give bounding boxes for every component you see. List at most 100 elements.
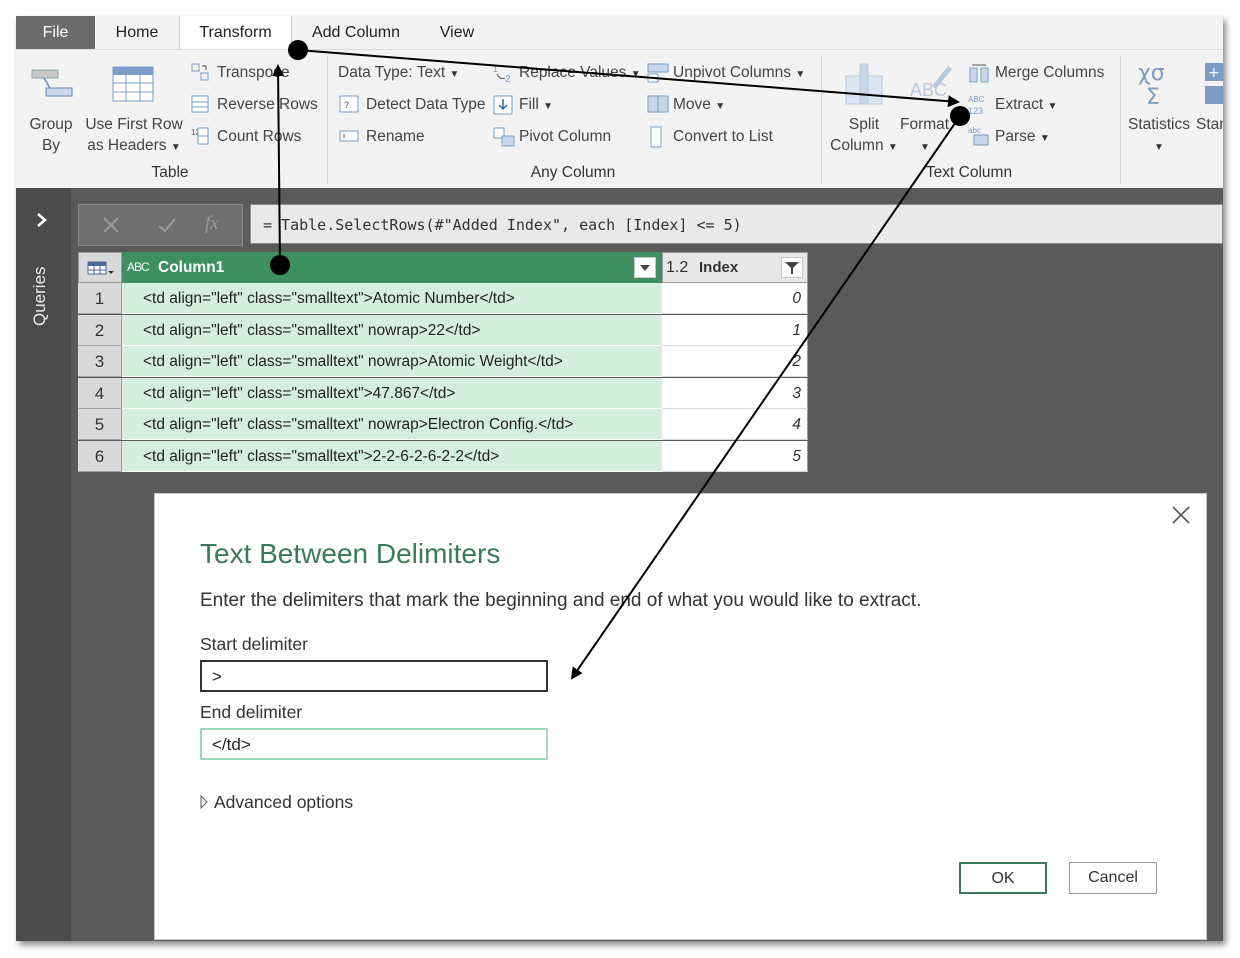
move-icon xyxy=(647,95,669,113)
parse-icon: abc xyxy=(968,126,989,146)
cancel-formula-icon[interactable] xyxy=(101,215,121,235)
table-headers-icon xyxy=(112,66,154,102)
tab-add-column[interactable]: Add Column xyxy=(296,16,416,49)
svg-text:?: ? xyxy=(344,100,349,110)
extract-label: Extract xyxy=(995,96,1044,113)
row-number[interactable]: 3 xyxy=(78,346,122,377)
tab-home[interactable]: Home xyxy=(95,16,179,49)
tab-view[interactable]: View xyxy=(422,16,492,49)
dialog-title: Text Between Delimiters xyxy=(200,538,501,569)
index-cell[interactable]: 5 xyxy=(662,440,808,472)
svg-text:Σ: Σ xyxy=(1146,85,1160,106)
table-row[interactable]: 3 <td align="left" class="smalltext" nowr… xyxy=(78,346,808,377)
column1-cell[interactable]: <td align="left" class="smalltext">47.86… xyxy=(122,377,662,409)
power-query-window: File Home Transform Add Column View Grou… xyxy=(16,16,1223,941)
row-number[interactable]: 5 xyxy=(78,409,122,440)
filter-applied-icon[interactable] xyxy=(781,257,803,278)
statistics-label: Statistics xyxy=(1127,116,1190,133)
standard-icon: + xyxy=(1205,63,1223,104)
svg-text:abc: abc xyxy=(968,126,981,135)
table-row[interactable]: 4 <td align="left" class="smalltext">47.8… xyxy=(78,377,808,409)
column1-cell[interactable]: <td align="left" class="smalltext">Atomi… xyxy=(122,283,662,314)
index-cell[interactable]: 2 xyxy=(662,346,808,377)
confirm-formula-icon[interactable] xyxy=(157,215,177,235)
index-cell[interactable]: 4 xyxy=(662,409,808,440)
replace-values-icon: 1 2 xyxy=(493,64,511,84)
rename-icon xyxy=(339,130,359,142)
svg-text:1: 1 xyxy=(493,64,498,74)
row-number[interactable]: 2 xyxy=(78,314,122,346)
start-delimiter-input[interactable]: > xyxy=(200,660,548,692)
index-header-label: Index xyxy=(699,259,739,276)
fx-icon[interactable]: fx xyxy=(205,213,219,235)
statistics-icon: χσ Σ xyxy=(1138,61,1165,106)
row-number[interactable]: 4 xyxy=(78,377,122,409)
tab-transform[interactable]: Transform xyxy=(179,16,292,50)
filter-dropdown-icon[interactable] xyxy=(634,257,656,278)
fill-down-icon xyxy=(493,95,513,115)
format-text-icon: ABC xyxy=(910,66,952,100)
column1-cell[interactable]: <td align="left" class="smalltext">2-2-6… xyxy=(122,440,662,472)
svg-text:123: 123 xyxy=(968,106,983,116)
index-header[interactable]: 1.2 Index xyxy=(662,252,808,283)
format-label: Format xyxy=(900,116,950,133)
svg-text:+: + xyxy=(1208,65,1220,81)
dialog-description: Enter the delimiters that mark the begin… xyxy=(200,590,922,611)
formula-input[interactable]: = Table.SelectRows(#"Added Index", each … xyxy=(250,204,1223,244)
queries-pane-collapsed[interactable]: Queries xyxy=(16,188,71,941)
decimal-type-icon[interactable]: 1.2 xyxy=(666,253,688,282)
ribbon-tabs: File Home Transform Add Column View xyxy=(16,16,1223,50)
chevron-down-icon: ▼ xyxy=(920,142,930,153)
reverse-rows-label: Reverse Rows xyxy=(217,96,318,113)
unpivot-columns-icon xyxy=(647,63,669,83)
index-cell[interactable]: 0 xyxy=(662,283,808,314)
svg-text:ABC: ABC xyxy=(968,95,985,104)
table-icon xyxy=(87,261,114,275)
split-column-label-2: Column xyxy=(830,137,884,154)
end-delimiter-label: End delimiter xyxy=(200,702,303,722)
merge-columns-label: Merge Columns xyxy=(995,64,1105,81)
group-by-icon xyxy=(31,69,73,97)
unpivot-columns-label: Unpivot Columns xyxy=(673,64,792,81)
detect-data-type-label: Detect Data Type xyxy=(366,96,486,113)
column1-cell[interactable]: <td align="left" class="smalltext" nowra… xyxy=(122,409,662,440)
svg-text:χσ: χσ xyxy=(1138,61,1165,86)
table-row[interactable]: 1 <td align="left" class="smalltext">Atom… xyxy=(78,283,808,314)
ribbon-separator xyxy=(821,56,822,184)
column1-header[interactable]: ABC Column1 xyxy=(122,252,662,283)
row-number[interactable]: 6 xyxy=(78,440,122,472)
advanced-options-toggle[interactable]: Advanced options xyxy=(200,792,353,813)
expand-triangle-icon xyxy=(200,794,208,810)
first-row-label-1: Use First Row xyxy=(85,116,183,133)
ok-button[interactable]: OK xyxy=(959,862,1047,894)
queries-label: Queries xyxy=(30,266,49,326)
data-type-label: Data Type: Text xyxy=(338,64,446,81)
transpose-label: Transpose xyxy=(217,64,290,81)
replace-values-label: Replace Values xyxy=(519,64,627,81)
move-label: Move xyxy=(673,96,711,113)
tab-file[interactable]: File xyxy=(16,16,95,49)
column1-cell[interactable]: <td align="left" class="smalltext" nowra… xyxy=(122,314,662,346)
chevron-right-icon[interactable] xyxy=(34,212,50,228)
column1-cell[interactable]: <td align="left" class="smalltext" nowra… xyxy=(122,346,662,377)
start-delimiter-label: Start delimiter xyxy=(200,634,308,654)
index-cell[interactable]: 3 xyxy=(662,377,808,409)
index-cell[interactable]: 1 xyxy=(662,314,808,346)
ribbon: Group By Use First Row as Headers ▼ Tran… xyxy=(16,49,1223,188)
text-type-icon[interactable]: ABC xyxy=(127,252,150,283)
table-row[interactable]: 6 <td align="left" class="smalltext">2-2-… xyxy=(78,440,808,472)
chevron-down-icon: ▼ xyxy=(543,101,554,112)
row-number[interactable]: 1 xyxy=(78,283,122,314)
table-menu-button[interactable] xyxy=(78,252,122,283)
table-row[interactable]: 2 <td align="left" class="smalltext" nowr… xyxy=(78,314,808,346)
fill-label: Fill xyxy=(519,96,539,113)
chevron-down-icon: ▼ xyxy=(1047,101,1058,112)
chevron-down-icon: ▼ xyxy=(630,69,641,80)
text-between-delimiters-dialog: Text Between Delimiters Enter the delimi… xyxy=(154,493,1207,940)
cancel-button[interactable]: Cancel xyxy=(1069,862,1157,894)
grid-header: ABC Column1 1.2 Index xyxy=(78,252,808,283)
end-delimiter-input[interactable]: </td> xyxy=(200,728,548,760)
table-row[interactable]: 5 <td align="left" class="smalltext" nowr… xyxy=(78,409,808,440)
close-icon[interactable] xyxy=(1170,504,1192,526)
formula-controls: fx xyxy=(78,204,243,246)
